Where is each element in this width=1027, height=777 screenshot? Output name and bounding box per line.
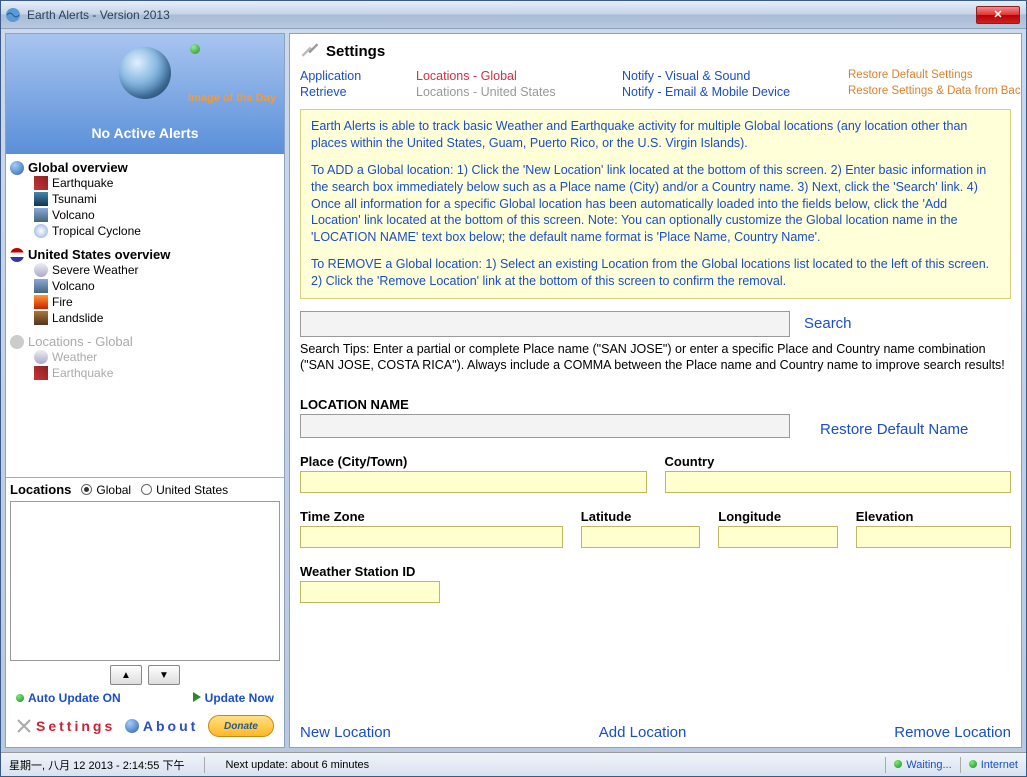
label-timezone: Time Zone	[300, 509, 563, 524]
main-panel: Settings Application Locations - Global …	[289, 33, 1022, 748]
nav-item-eq-loc[interactable]: Earthquake	[10, 365, 280, 381]
info-box: Earth Alerts is able to track basic Weat…	[300, 109, 1011, 299]
move-up-button[interactable]: ▲	[110, 665, 142, 685]
radio-global[interactable]: Global	[81, 483, 131, 497]
search-tips: Search Tips: Enter a partial or complete…	[300, 341, 1011, 374]
location-icon	[10, 335, 24, 349]
restore-default-name-link[interactable]: Restore Default Name	[820, 421, 968, 438]
station-field	[300, 581, 440, 603]
nav-item-tropical[interactable]: Tropical Cyclone	[10, 223, 280, 239]
statusbar: 星期一, 八月 12 2013 - 2:14:55 下午 Next update…	[1, 752, 1026, 776]
sidebar: Image of the Day No Active Alerts Global…	[5, 33, 285, 748]
nav-item-tsunami[interactable]: Tsunami	[10, 191, 280, 207]
us-flag-icon	[10, 248, 24, 262]
radio-us[interactable]: United States	[141, 483, 228, 497]
titlebar: Earth Alerts - Version 2013 ✕	[1, 1, 1026, 29]
locations-list[interactable]	[10, 501, 280, 661]
landslide-icon	[34, 311, 48, 325]
longitude-field	[718, 526, 837, 548]
cyclone-icon	[34, 224, 48, 238]
earthquake-icon	[34, 176, 48, 190]
nav-item-weather-loc[interactable]: Weather	[10, 349, 280, 365]
latitude-field	[581, 526, 700, 548]
auto-update-toggle[interactable]: Auto Update ON	[16, 691, 121, 705]
label-longitude: Longitude	[718, 509, 837, 524]
add-location-link[interactable]: Add Location	[599, 724, 687, 741]
tsunami-icon	[34, 192, 48, 206]
app-icon	[5, 7, 21, 23]
nav-item-severe[interactable]: Severe Weather	[10, 262, 280, 278]
tab-retrieve[interactable]: Retrieve	[300, 85, 410, 99]
donate-button[interactable]: Donate	[208, 715, 274, 737]
window-title: Earth Alerts - Version 2013	[27, 8, 976, 22]
tools-icon	[300, 40, 320, 63]
globe-icon	[10, 161, 24, 175]
locations-label: Locations	[10, 482, 71, 497]
volcano-icon	[34, 208, 48, 222]
location-name-input[interactable]	[300, 414, 790, 438]
nav-locations-global[interactable]: Locations - Global	[10, 334, 280, 349]
nav-tree: Global overview Earthquake Tsunami Volca…	[6, 154, 284, 477]
timezone-field	[300, 526, 563, 548]
settings-link[interactable]: Settings	[16, 718, 115, 734]
no-active-alerts: No Active Alerts	[91, 125, 198, 141]
remove-location-link[interactable]: Remove Location	[894, 724, 1011, 741]
label-place: Place (City/Town)	[300, 454, 647, 469]
sidebar-header: Image of the Day No Active Alerts	[6, 34, 284, 154]
nav-item-earthquake[interactable]: Earthquake	[10, 175, 280, 191]
elevation-field	[856, 526, 1011, 548]
globe-icon	[119, 47, 171, 99]
earthquake-icon	[34, 366, 48, 380]
label-station: Weather Station ID	[300, 564, 440, 579]
tab-notify-visual[interactable]: Notify - Visual & Sound	[622, 69, 842, 83]
tab-locations-global[interactable]: Locations - Global	[416, 69, 616, 83]
label-location-name: LOCATION NAME	[300, 397, 790, 412]
search-link[interactable]: Search	[804, 315, 852, 332]
move-down-button[interactable]: ▼	[148, 665, 180, 685]
locations-panel: Locations Global United States ▲ ▼ Auto …	[6, 477, 284, 747]
weather-icon	[34, 263, 48, 277]
tab-restore-backup[interactable]: Restore Settings & Data from Backup File…	[848, 85, 1008, 99]
label-country: Country	[665, 454, 1012, 469]
label-elevation: Elevation	[856, 509, 1011, 524]
new-location-link[interactable]: New Location	[300, 724, 391, 741]
nav-us-overview[interactable]: United States overview	[10, 247, 280, 262]
status-internet: Internet	[969, 759, 1018, 771]
status-datetime: 星期一, 八月 12 2013 - 2:14:55 下午	[9, 757, 184, 773]
nav-item-landslide[interactable]: Landslide	[10, 310, 280, 326]
search-input[interactable]	[300, 311, 790, 337]
page-title: Settings	[326, 43, 385, 60]
tab-notify-email[interactable]: Notify - Email & Mobile Device	[622, 85, 842, 99]
volcano-icon	[34, 279, 48, 293]
nav-item-fire[interactable]: Fire	[10, 294, 280, 310]
fire-icon	[34, 295, 48, 309]
close-button[interactable]: ✕	[976, 6, 1020, 24]
tab-application[interactable]: Application	[300, 69, 410, 83]
nav-item-volcano-us[interactable]: Volcano	[10, 278, 280, 294]
nav-item-volcano[interactable]: Volcano	[10, 207, 280, 223]
image-of-day-link[interactable]: Image of the Day	[188, 92, 276, 104]
nav-global-overview[interactable]: Global overview	[10, 160, 280, 175]
weather-icon	[34, 350, 48, 364]
update-now-button[interactable]: Update Now	[193, 691, 274, 705]
place-field	[300, 471, 647, 493]
tab-locations-us[interactable]: Locations - United States	[416, 85, 616, 99]
about-link[interactable]: About	[125, 718, 198, 734]
label-latitude: Latitude	[581, 509, 700, 524]
country-field	[665, 471, 1012, 493]
status-next-update: Next update: about 6 minutes	[225, 759, 369, 771]
tab-restore-defaults[interactable]: Restore Default Settings	[848, 69, 1008, 83]
status-waiting: Waiting...	[894, 759, 951, 771]
globe-icon	[125, 719, 139, 733]
status-dot-icon	[190, 44, 200, 54]
